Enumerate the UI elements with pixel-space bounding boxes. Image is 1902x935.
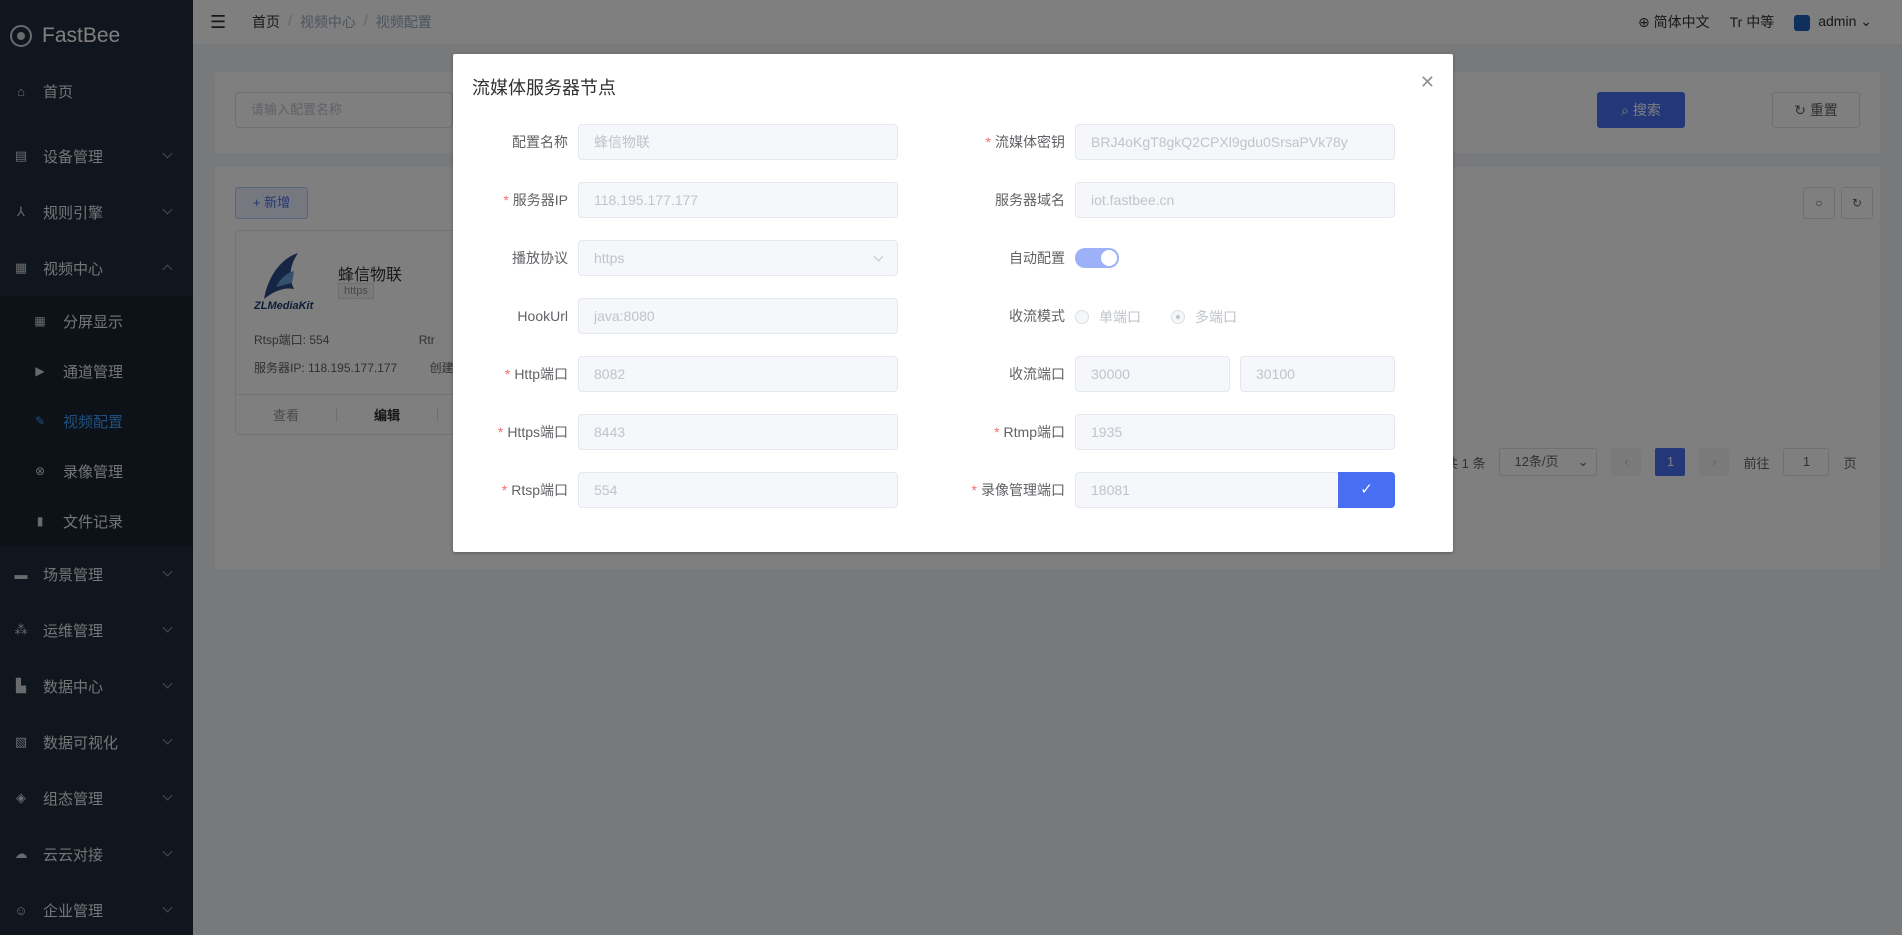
dialog-title: 流媒体服务器节点: [472, 78, 616, 98]
auto-config-label: 自动配置: [1009, 250, 1065, 266]
required-mark: *: [985, 134, 991, 150]
rtmp-port-label-text: Rtmp端口: [1003, 424, 1065, 440]
record-port-row: * 录像管理端口: [453, 472, 1065, 508]
single-port-radio[interactable]: 单端口: [1075, 307, 1141, 327]
stream-ports-row: 收流端口: [453, 356, 1065, 392]
stream-port-end-field[interactable]: 30100: [1240, 356, 1395, 392]
stream-port-start-field[interactable]: 30000: [1075, 356, 1230, 392]
rtmp-port-field[interactable]: 1935: [1075, 414, 1395, 450]
record-port-field[interactable]: 18081: [1075, 472, 1340, 508]
multi-port-label: 多端口: [1195, 309, 1237, 325]
stream-mode-row: 收流模式: [453, 298, 1065, 334]
stream-mode-label: 收流模式: [1009, 308, 1065, 324]
confirm-record-port-button[interactable]: ✓: [1338, 472, 1395, 508]
secret-field[interactable]: BRJ4oKgT8gkQ2CPXl9gdu0SrsaPVk78y: [1075, 124, 1395, 160]
check-icon: ✓: [1360, 481, 1373, 498]
multi-port-radio[interactable]: 多端口: [1171, 307, 1237, 327]
rtmp-port-label: * Rtmp端口: [994, 422, 1065, 442]
domain-row: 服务器域名: [453, 182, 1065, 218]
rtmp-port-row: * Rtmp端口: [453, 414, 1065, 450]
close-icon[interactable]: ✕: [1420, 72, 1435, 93]
secret-label: * 流媒体密钥: [986, 132, 1065, 152]
radio-checked-icon: [1171, 310, 1185, 324]
secret-row: * 流媒体密钥: [453, 124, 1065, 160]
auto-config-toggle[interactable]: [1075, 248, 1119, 268]
radio-icon: [1075, 310, 1089, 324]
domain-label: 服务器域名: [995, 192, 1065, 208]
stream-ports-label: 收流端口: [1009, 366, 1065, 382]
auto-config-row: 自动配置: [453, 240, 1065, 276]
record-port-label: * 录像管理端口: [972, 480, 1065, 500]
domain-field[interactable]: iot.fastbee.cn: [1075, 182, 1395, 218]
secret-label-text: 流媒体密钥: [995, 134, 1065, 150]
required-mark: *: [971, 482, 977, 498]
media-server-dialog: 流媒体服务器节点 ✕ 配置名称 蜂信物联 * 服务器IP 118.195.177.…: [453, 54, 1453, 552]
record-port-label-text: 录像管理端口: [981, 482, 1065, 498]
required-mark: *: [994, 424, 1000, 440]
single-port-label: 单端口: [1099, 309, 1141, 325]
